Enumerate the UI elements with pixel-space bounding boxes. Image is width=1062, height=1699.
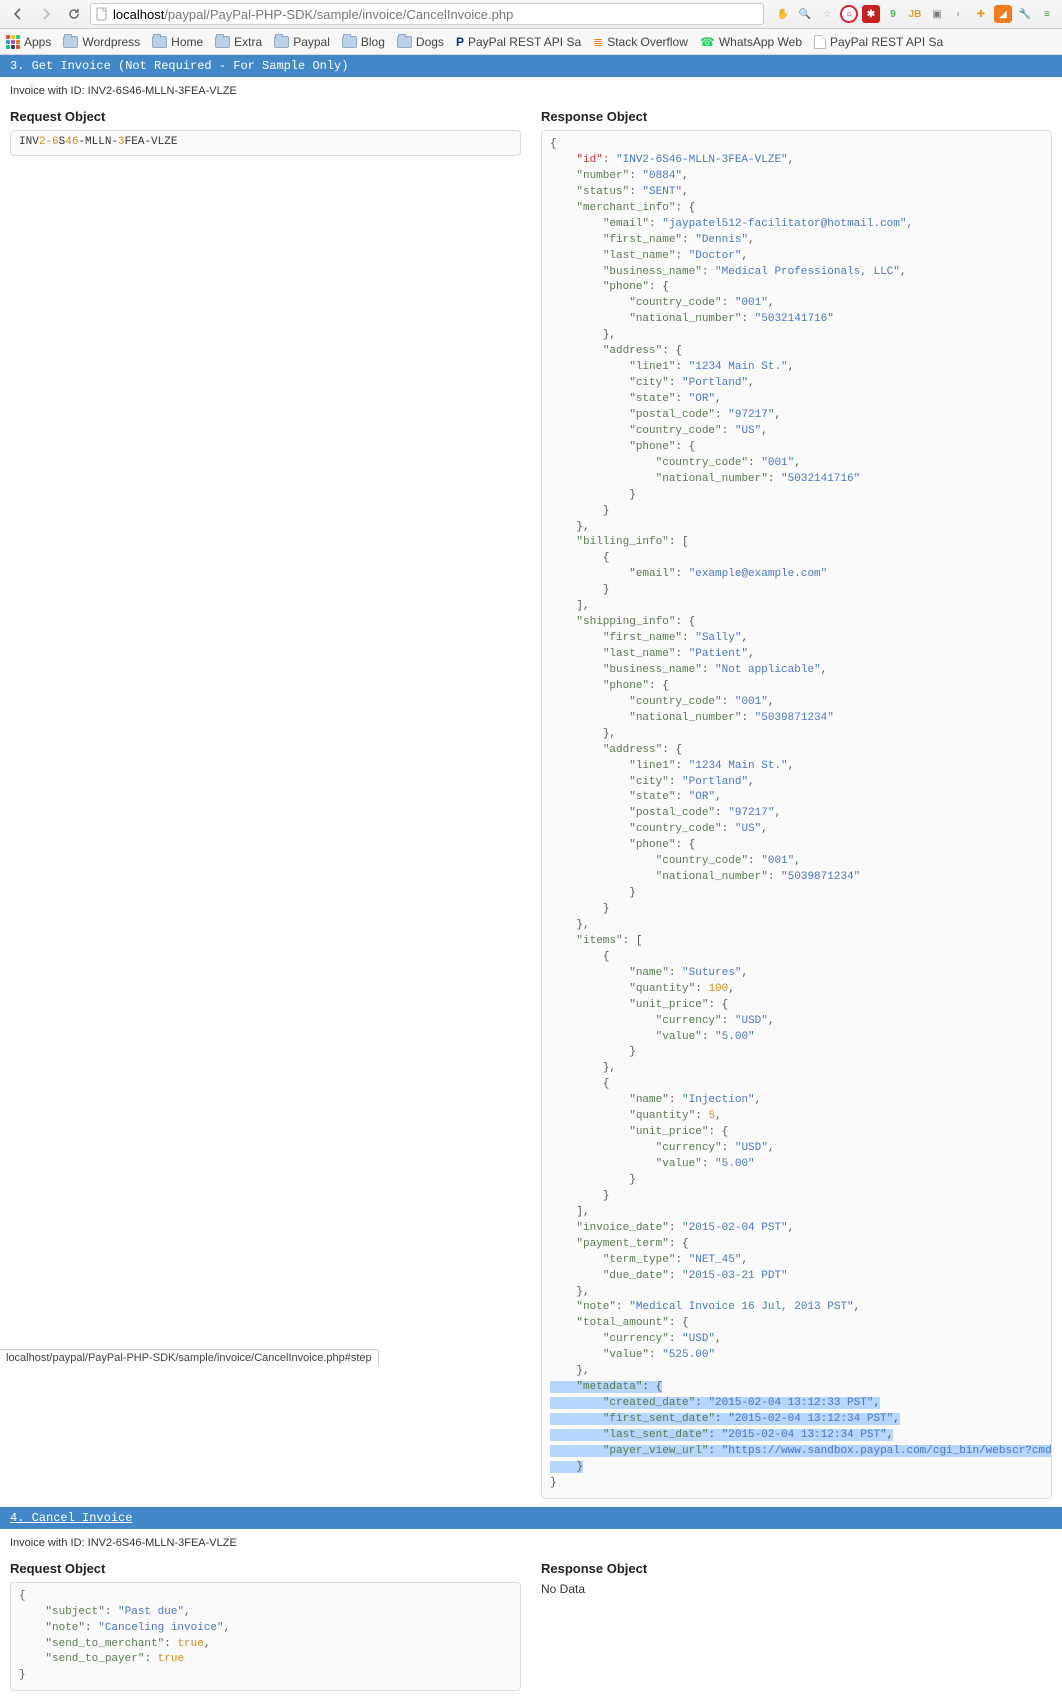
cast-icon[interactable]: ▣ (928, 5, 946, 23)
step3-invoice-id-line: Invoice with ID: INV2-6S46-MLLN-3FEA-VLZ… (10, 85, 1052, 97)
step4-content: Invoice with ID: INV2-6S46-MLLN-3FEA-VLZ… (0, 1529, 1062, 1699)
page-file-icon (814, 35, 826, 49)
folder-icon (152, 36, 167, 48)
url-path: /paypal/PayPal-PHP-SDK/sample/invoice/Ca… (164, 7, 513, 22)
analytics-icon[interactable]: ◢ (994, 5, 1012, 23)
lastpass-icon[interactable]: ✱ (862, 5, 880, 23)
puzzle-icon[interactable]: ✚ (972, 5, 990, 23)
folder-icon (215, 36, 230, 48)
page-icon (95, 7, 109, 21)
wrench-icon[interactable]: 🔧 (1016, 5, 1034, 23)
forward-button[interactable] (34, 3, 58, 25)
step4-header[interactable]: 4. Cancel Invoice (0, 1507, 1062, 1529)
step3-response-col: Response Object { "id": "INV2-6S46-MLLN-… (541, 103, 1052, 1499)
reload-button[interactable] (62, 3, 86, 25)
url-bar[interactable]: localhost/paypal/PayPal-PHP-SDK/sample/i… (90, 3, 764, 25)
stackoverflow-icon: ≣ (593, 35, 603, 49)
bookmark-wordpress[interactable]: Wordpress (63, 35, 140, 49)
hamburger-menu-icon[interactable]: ≡ (1038, 5, 1056, 23)
adblock-icon[interactable]: ○ (840, 5, 858, 23)
step3-request-title: Request Object (10, 109, 521, 124)
folder-icon (274, 36, 289, 48)
step4-response-col: Response Object No Data (541, 1555, 1052, 1692)
bookmark-stackoverflow[interactable]: ≣Stack Overflow (593, 35, 688, 49)
step4-response-title: Response Object (541, 1561, 1052, 1576)
step3-content: Invoice with ID: INV2-6S46-MLLN-3FEA-VLZ… (0, 77, 1062, 1507)
status-bar: localhost/paypal/PayPal-PHP-SDK/sample/i… (0, 1349, 379, 1366)
toolbar-right-icons: ✋ 🔍 ☆ ○ ✱ 9 JB ▣ ◐ ✚ ◢ 🔧 ≡ (774, 5, 1056, 23)
bookmark-blog[interactable]: Blog (342, 35, 385, 49)
apps-button[interactable]: Apps (6, 35, 51, 49)
star-icon[interactable]: ☆ (818, 5, 836, 23)
apps-icon (6, 35, 20, 49)
bookmark-dogs[interactable]: Dogs (397, 35, 444, 49)
step3-header[interactable]: 3. Get Invoice (Not Required - For Sampl… (0, 55, 1062, 77)
folder-icon (63, 36, 78, 48)
step3-response-box: { "id": "INV2-6S46-MLLN-3FEA-VLZE", "num… (541, 130, 1052, 1499)
url-host: localhost (113, 7, 164, 22)
step4-request-box: { "subject": "Past due", "note": "Cancel… (10, 1582, 521, 1692)
paypal-icon: P (456, 35, 464, 49)
step3-request-col: Request Object INV2-6S46-MLLN-3FEA-VLZE (10, 103, 521, 1499)
step4-request-title: Request Object (10, 1561, 521, 1576)
apps-label: Apps (24, 35, 51, 49)
claw-icon[interactable]: ✋ (774, 5, 792, 23)
folder-icon (397, 36, 412, 48)
whatsapp-icon: ☎ (700, 35, 715, 49)
bookmark-extra[interactable]: Extra (215, 35, 262, 49)
step3-response-title: Response Object (541, 109, 1052, 124)
bookmark-paypal-rest-1[interactable]: PPayPal REST API Sa (456, 35, 581, 49)
bookmark-paypal[interactable]: Paypal (274, 35, 330, 49)
folder-icon (342, 36, 357, 48)
bookmark-paypal-rest-2[interactable]: PayPal REST API Sa (814, 35, 943, 49)
step4-invoice-id-line: Invoice with ID: INV2-6S46-MLLN-3FEA-VLZ… (10, 1537, 1052, 1549)
step4-request-col: Request Object { "subject": "Past due", … (10, 1555, 521, 1692)
step3-request-box: INV2-6S46-MLLN-3FEA-VLZE (10, 130, 521, 156)
browser-toolbar: localhost/paypal/PayPal-PHP-SDK/sample/i… (0, 0, 1062, 29)
step4-link[interactable]: 4. Cancel Invoice (10, 1511, 132, 1525)
bookmark-home[interactable]: Home (152, 35, 203, 49)
zoom-icon[interactable]: 🔍 (796, 5, 814, 23)
back-button[interactable] (6, 3, 30, 25)
step4-no-data: No Data (541, 1582, 1052, 1596)
bookmarks-bar: Apps Wordpress Home Extra Paypal Blog Do… (0, 29, 1062, 55)
jb-icon[interactable]: JB (906, 5, 924, 23)
evernote-icon[interactable]: 9 (884, 5, 902, 23)
bookmark-whatsapp[interactable]: ☎WhatsApp Web (700, 35, 802, 49)
gray-ball-icon[interactable]: ◐ (950, 5, 968, 23)
